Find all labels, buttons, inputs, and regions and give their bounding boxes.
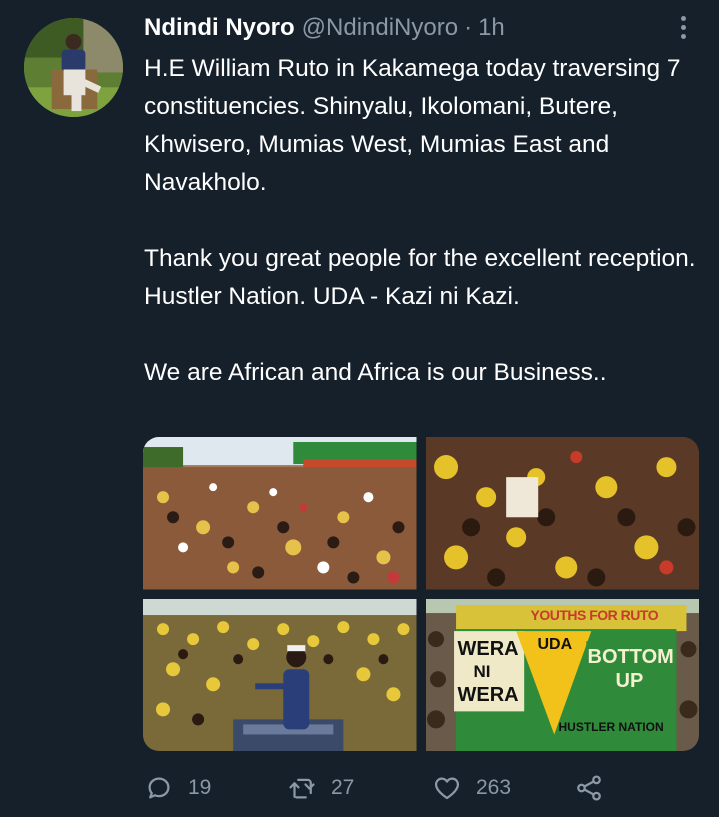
like-button[interactable]: 263 <box>432 773 511 803</box>
banner-text-hustler: HUSTLER NATION <box>558 719 664 734</box>
ruto-addressing-image <box>143 598 417 751</box>
banner-text-bottom: BOTTOM <box>587 645 674 668</box>
more-dot <box>680 24 686 30</box>
separator: · <box>464 14 473 41</box>
more-options-icon[interactable] <box>668 12 698 42</box>
more-dot <box>680 15 686 21</box>
reply-count: 19 <box>188 776 212 799</box>
crowd-street-image <box>143 437 417 590</box>
tweet-paragraph: H.E William Ruto in Kakamega today trave… <box>144 55 681 196</box>
banner-text-ni: NI <box>473 661 491 681</box>
banner-text-wera-2: WERA <box>457 683 519 706</box>
tweet-paragraph: Thank you great people for the excellent… <box>144 245 696 310</box>
more-dot <box>680 33 686 39</box>
tweet-actions: 19 27 263 <box>144 770 614 806</box>
share-button[interactable] <box>574 773 604 803</box>
avatar-image <box>24 18 123 117</box>
uda-banner-photo[interactable]: YOUTHS FOR RUTO WERA NI WERA UDA BOTTOM … <box>425 598 699 751</box>
reply-button[interactable]: 19 <box>144 773 211 803</box>
reply-icon <box>148 777 170 799</box>
crowd-placard-image <box>425 437 699 590</box>
retweet-count: 27 <box>331 776 355 799</box>
tweet-paragraph: We are African and Africa is our Busines… <box>144 359 607 386</box>
tweet-header: Ndindi Nyoro @NdindiNyoro · 1h <box>144 14 505 46</box>
author-handle[interactable]: @NdindiNyoro <box>302 14 458 42</box>
banner-text-uda: UDA <box>537 635 573 653</box>
banner-text-youths: YOUTHS FOR RUTO <box>530 606 659 623</box>
tweet[interactable]: Ndindi Nyoro @NdindiNyoro · 1h H.E Willi… <box>0 0 719 817</box>
heart-icon <box>434 777 460 800</box>
timestamp[interactable]: 1h <box>478 14 505 42</box>
crowd-placard-photo[interactable] <box>425 437 699 590</box>
media-grid: YOUTHS FOR RUTO WERA NI WERA UDA BOTTOM … <box>143 437 699 751</box>
share-icon <box>577 775 601 801</box>
banner-text-wera-1: WERA <box>457 637 519 660</box>
crowd-street-photo[interactable] <box>143 437 417 590</box>
tweet-text: H.E William Ruto in Kakamega today trave… <box>144 50 704 392</box>
like-count: 263 <box>476 776 512 799</box>
avatar[interactable] <box>24 18 123 117</box>
author-name[interactable]: Ndindi Nyoro <box>144 14 295 42</box>
retweet-icon <box>289 778 315 799</box>
ruto-addressing-crowd-photo[interactable] <box>143 598 417 751</box>
banner-text-up: UP <box>615 669 644 692</box>
retweet-button[interactable]: 27 <box>287 773 354 803</box>
